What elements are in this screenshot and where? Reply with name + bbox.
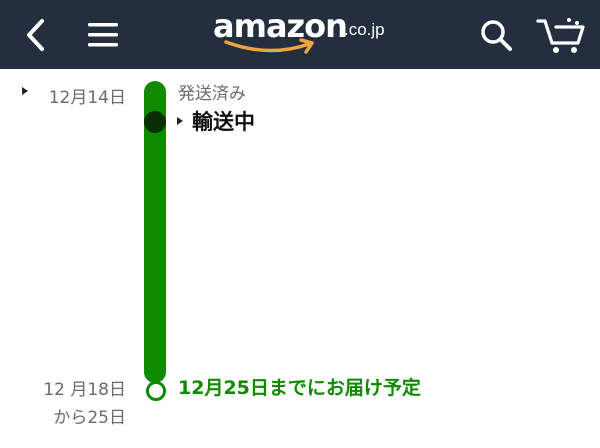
delivery-endpoint-dot: [146, 381, 166, 401]
back-button[interactable]: [12, 0, 58, 69]
logo-domain: .co.jp: [344, 20, 385, 39]
event-date: 12月14日: [48, 88, 126, 108]
estimated-date-line1: 12 月18日: [43, 380, 126, 400]
top-nav-bar: amazon .co.jp: [0, 0, 600, 69]
tracking-page: amazon .co.jp 12月14日 発送済み 輸送中 12 月18日 から…: [0, 0, 600, 448]
smile-arrow-icon: [224, 38, 314, 54]
chevron-left-icon: [27, 18, 44, 51]
shipped-label: 発送済み: [178, 84, 246, 104]
expand-status-toggle-icon[interactable]: [177, 117, 183, 125]
search-icon: [481, 19, 512, 51]
expand-date-toggle-icon[interactable]: [22, 87, 28, 95]
delivery-estimate: 12月25日までにお届け予定: [178, 377, 421, 399]
search-button[interactable]: [473, 0, 519, 69]
menu-button[interactable]: [80, 0, 126, 69]
current-status-dot: [144, 111, 166, 133]
cart-button[interactable]: [532, 0, 590, 69]
hamburger-menu-icon: [88, 22, 118, 46]
estimated-date-line2: から25日: [53, 408, 126, 428]
cart-icon: [536, 17, 585, 53]
amazon-logo[interactable]: amazon .co.jp: [213, 4, 393, 60]
estimated-date-range: 12 月18日 から25日: [20, 376, 126, 432]
in-transit-status[interactable]: 輸送中: [192, 107, 255, 137]
